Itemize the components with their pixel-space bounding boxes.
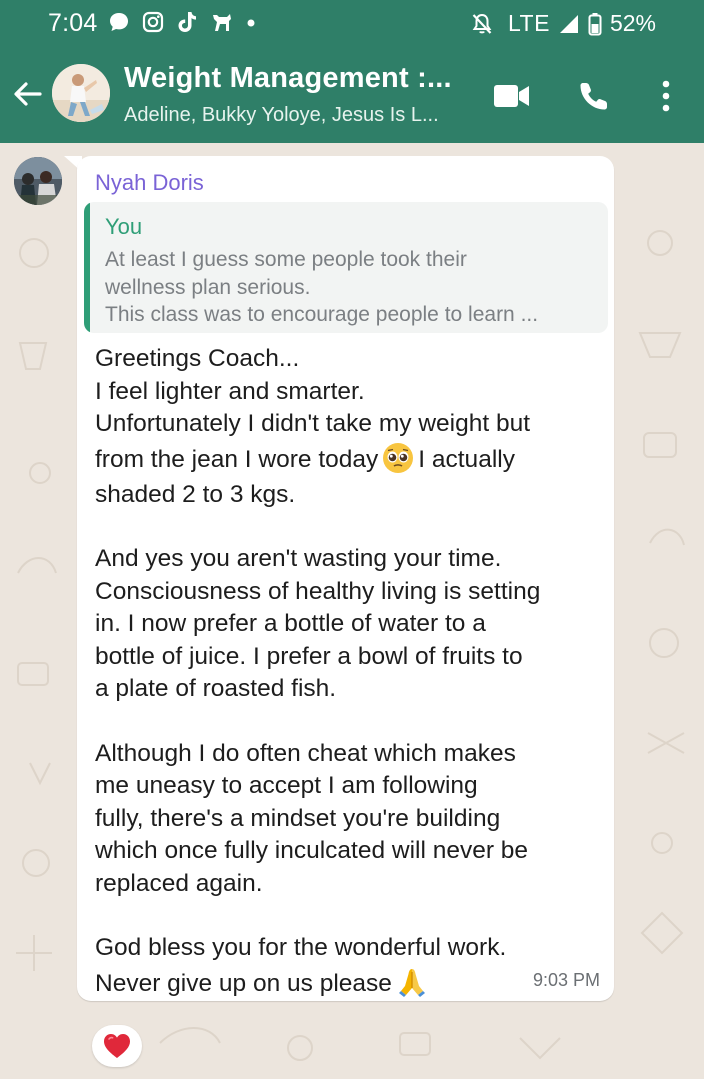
dot-icon bbox=[247, 19, 255, 27]
message-bubble[interactable]: Nyah Doris You At least I guess some peo… bbox=[77, 156, 614, 1001]
quote-text: At least I guess some people took their … bbox=[105, 246, 603, 329]
message-text-fragment: from the jean I wore today bbox=[95, 445, 379, 473]
message-time: 9:03 PM bbox=[532, 970, 600, 990]
message-line: Greetings Coach... bbox=[95, 345, 300, 372]
signal-icon bbox=[559, 14, 578, 33]
more-options-icon[interactable] bbox=[656, 78, 676, 114]
phone-icon[interactable] bbox=[578, 80, 610, 112]
quote-accent-bar bbox=[84, 202, 90, 333]
quote-line: At least I guess some people took their bbox=[105, 248, 467, 271]
message-line: in. I now prefer a bottle of water to a bbox=[95, 610, 486, 637]
message-line: me uneasy to accept I am following bbox=[95, 772, 478, 799]
sender-avatar[interactable] bbox=[14, 157, 62, 205]
message-line: bottle of juice. I prefer a bowl of frui… bbox=[95, 642, 523, 670]
mute-bell-icon bbox=[472, 13, 492, 34]
message-line: I feel lighter and smarter. bbox=[95, 377, 365, 405]
battery-icon bbox=[588, 12, 602, 35]
back-arrow-icon[interactable] bbox=[10, 76, 46, 112]
quote-author: You bbox=[105, 214, 143, 239]
message-line: Consciousness of healthy living is setti… bbox=[95, 577, 541, 605]
message-line: fully, there's a mindset you're building bbox=[95, 804, 501, 832]
pleading-face-emoji-icon bbox=[383, 442, 414, 473]
message-line-with-emoji: Never give up on us please bbox=[95, 965, 595, 1003]
folded-hands-emoji-icon bbox=[398, 968, 425, 997]
reaction-badge[interactable] bbox=[92, 1025, 142, 1067]
message-line: Unfortunately I didn't take my weight bu… bbox=[95, 410, 531, 437]
heart-icon bbox=[104, 1034, 130, 1058]
group-photo-image bbox=[52, 64, 110, 122]
sender-photo-image bbox=[14, 157, 62, 205]
message-line: And yes you aren't wasting your time. bbox=[95, 545, 502, 572]
status-time: 7:04 bbox=[48, 9, 98, 37]
message-line: which once fully inculcated will never b… bbox=[95, 837, 529, 864]
message-line-with-emoji: from the jean I wore today I actually bbox=[95, 441, 595, 479]
battery-percent: 52% bbox=[609, 10, 656, 36]
chat-bubble-icon bbox=[110, 13, 128, 31]
sender-name[interactable]: Nyah Doris bbox=[95, 170, 204, 196]
dog-app-icon bbox=[213, 14, 231, 31]
group-title[interactable]: Weight Management :... bbox=[124, 62, 452, 95]
message-text-fragment: I actually bbox=[418, 445, 515, 473]
quote-line: This class was to encourage people to le… bbox=[105, 303, 539, 326]
network-type: LTE bbox=[507, 10, 550, 36]
chat-header: Weight Management :... Adeline, Bukky Yo… bbox=[0, 48, 704, 143]
instagram-icon bbox=[142, 11, 164, 33]
app-header-bar: 7:04 LTE 52% Weight Management:... Adel… bbox=[0, 0, 704, 143]
chat-area[interactable]: Nyah Doris You At least I guess some peo… bbox=[0, 143, 704, 1079]
message-line: shaded 2 to 3 kgs. bbox=[95, 480, 296, 508]
status-bar: 7:04 LTE 52% bbox=[0, 0, 704, 48]
message-text: Greetings Coach... I feel lighter and sm… bbox=[95, 343, 595, 1003]
notification-icons bbox=[108, 10, 256, 34]
message-line: Although I do often cheat which makes bbox=[95, 739, 516, 767]
video-call-icon[interactable] bbox=[493, 83, 531, 109]
group-avatar[interactable] bbox=[52, 64, 110, 122]
message-text-fragment: Never give up on us please bbox=[95, 969, 392, 997]
message-line: replaced again. bbox=[95, 869, 263, 897]
message-line: God bless you for the wonderful work. bbox=[95, 934, 507, 961]
quoted-reply[interactable]: You At least I guess some people took th… bbox=[84, 202, 608, 333]
message-line: a plate of roasted fish. bbox=[95, 675, 337, 702]
tiktok-icon bbox=[178, 12, 196, 32]
system-status-icons: LTE 52% bbox=[470, 10, 656, 37]
group-members[interactable]: Adeline, Bukky Yoloye, Jesus Is L... bbox=[124, 104, 439, 127]
quote-line: wellness plan serious. bbox=[105, 275, 311, 299]
